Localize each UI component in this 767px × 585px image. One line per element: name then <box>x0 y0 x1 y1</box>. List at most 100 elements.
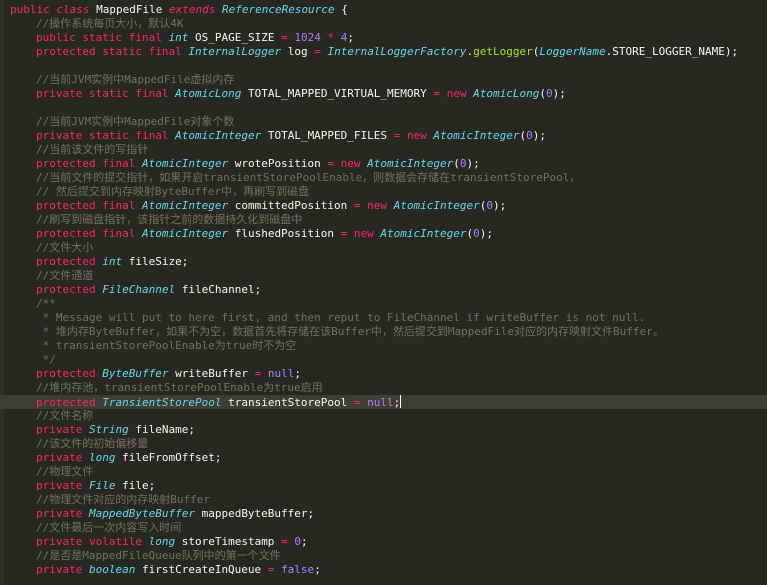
modifier: private <box>36 129 83 142</box>
field-type: long <box>88 451 116 464</box>
code-line-class-declaration: public class MappedFile extends Referenc… <box>0 3 767 17</box>
code-line-comment: //物理文件对应的内存映射Buffer <box>0 493 767 507</box>
constant-reference: STORE_LOGGER_NAME <box>612 45 725 58</box>
field-name: wrotePosition <box>234 157 321 170</box>
text-cursor <box>400 395 402 408</box>
code-line-field-write-buffer: protected ByteBuffer writeBuffer = null; <box>0 367 767 381</box>
code-line-field-wrote-position: protected final AtomicInteger wrotePosit… <box>0 157 767 171</box>
code-line-javadoc: * transientStorePoolEnable为true时不为空 <box>0 339 767 353</box>
modifier: final <box>128 31 162 44</box>
field-name: firstCreateInQueue <box>141 563 262 576</box>
modifier: static <box>88 87 129 100</box>
code-line-comment: //文件大小 <box>0 241 767 255</box>
field-name: OS_PAGE_SIZE <box>195 31 275 44</box>
code-line-field-first-create-in-queue: private boolean firstCreateInQueue = fal… <box>0 563 767 577</box>
code-line-field-total-mapped-files: private static final AtomicInteger TOTAL… <box>0 129 767 143</box>
code-line-comment: //物理文件 <box>0 465 767 479</box>
operator: = <box>281 535 288 548</box>
operator: = <box>340 227 348 240</box>
method-call: getLogger <box>473 45 533 58</box>
field-type: FileChannel <box>102 283 176 296</box>
code-line-field-total-mapped-virtual-memory: private static final AtomicLong TOTAL_MA… <box>0 87 767 101</box>
semicolon: ; <box>214 451 222 464</box>
field-type: File <box>88 479 116 492</box>
field-name: writeBuffer <box>175 367 248 380</box>
field-type: AtomicInteger <box>175 129 262 142</box>
code-line-comment: //当前JVM实例中MappedFile对象个数 <box>0 115 767 129</box>
class-name: MappedFile <box>96 3 163 16</box>
comment-text: //当前JVM实例中MappedFile对象个数 <box>36 115 235 128</box>
comment-text: //堆内存池，transientStorePoolEnable为true启用 <box>36 381 323 394</box>
operator: = <box>314 45 321 58</box>
modifier: protected <box>36 45 96 58</box>
code-line-field-file-name: private String fileName; <box>0 423 767 437</box>
null-literal: null <box>267 367 295 380</box>
operator: = <box>353 199 361 212</box>
comment-text: //文件名称 <box>36 409 94 422</box>
code-line-comment: //文件最后一次内容写入时间 <box>0 521 767 535</box>
field-name: mappedByteBuffer <box>201 507 308 520</box>
comment-text: //操作系统每页大小，默认4K <box>36 17 184 30</box>
code-line-comment: //操作系统每页大小，默认4K <box>0 17 767 31</box>
keyword-class: class <box>56 3 90 16</box>
modifier: protected <box>36 283 96 296</box>
javadoc-text: * 堆内存ByteBuffer，如果不为空，数据首先将存储在该Buffer中，然… <box>36 325 664 338</box>
code-line-field-flushed-position: protected final AtomicInteger flushedPos… <box>0 227 767 241</box>
field-type: InternalLogger <box>188 45 282 58</box>
paren-open: ( <box>453 157 460 170</box>
modifier: protected <box>36 199 96 212</box>
semicolon: ; <box>347 31 354 44</box>
field-name: TOTAL_MAPPED_VIRTUAL_MEMORY <box>247 87 427 100</box>
paren-close: ); <box>466 157 480 170</box>
field-name: fileName <box>135 423 189 436</box>
paren-close: ); <box>552 87 566 100</box>
field-type: AtomicInteger <box>141 199 229 212</box>
number-literal: 0 <box>526 129 533 142</box>
boolean-literal: false <box>281 563 315 576</box>
keyword-new: new <box>340 157 361 170</box>
semicolon: ; <box>393 396 401 409</box>
code-line-field-transient-store-pool[interactable]: protected TransientStorePool transientSt… <box>0 395 767 409</box>
field-type: int <box>168 31 189 44</box>
semicolon: ; <box>254 283 262 296</box>
code-line-comment: //堆内存池，transientStorePoolEnable为true启用 <box>0 381 767 395</box>
constructor-type: AtomicInteger <box>380 227 467 240</box>
field-type: AtomicInteger <box>141 157 229 170</box>
comment-text: //刷写到磁盘指针，该指针之前的数据持久化到磁盘中 <box>36 213 303 226</box>
comment-text: //该文件的初始偏移量 <box>36 437 149 450</box>
code-line-comment: //该文件的初始偏移量 <box>0 437 767 451</box>
comment-text: // 然后提交到内存映射ByteBuffer中，再刷写到磁盘 <box>36 185 310 198</box>
comment-text: //当前JVM实例中MappedFile虚拟内存 <box>36 73 235 86</box>
code-line-comment: //刷写到磁盘指针，该指针之前的数据持久化到磁盘中 <box>0 213 767 227</box>
field-name: fileChannel <box>181 283 255 296</box>
modifier: private <box>36 563 83 576</box>
modifier: static <box>82 31 123 44</box>
code-editor[interactable]: public class MappedFile extends Referenc… <box>0 0 767 585</box>
code-line-field-os-page-size: public static final int OS_PAGE_SIZE = 1… <box>0 31 767 45</box>
constructor-type: AtomicInteger <box>393 199 480 212</box>
semicolon: ; <box>188 423 195 436</box>
modifier: static <box>88 129 129 142</box>
modifier: private <box>36 451 83 464</box>
class-reference: LoggerName <box>539 45 606 58</box>
modifier: final <box>102 157 136 170</box>
javadoc-text: */ <box>36 353 56 366</box>
comment-text: //是否是MappedFileQueue队列中的第一个文件 <box>36 549 281 562</box>
constructor-type: AtomicLong <box>473 87 540 100</box>
comment-text: //物理文件 <box>36 465 94 478</box>
field-name: TOTAL_MAPPED_FILES <box>267 129 388 142</box>
field-name: flushedPosition <box>234 227 335 240</box>
modifier: protected <box>36 227 96 240</box>
field-type: AtomicInteger <box>141 227 229 240</box>
comment-text: //文件通道 <box>36 269 94 282</box>
semicolon: ; <box>314 563 321 576</box>
operator: = <box>267 563 275 576</box>
code-line-field-mapped-byte-buffer: private MappedByteBuffer mappedByteBuffe… <box>0 507 767 521</box>
modifier: final <box>102 199 136 212</box>
field-type: ByteBuffer <box>102 367 169 380</box>
constructor-type: AtomicInteger <box>367 157 454 170</box>
paren-close: ); <box>724 45 739 58</box>
modifier: private <box>36 87 83 100</box>
code-line-javadoc: * Message will put to here first, and th… <box>0 311 767 325</box>
number-literal: 0 <box>294 535 301 548</box>
